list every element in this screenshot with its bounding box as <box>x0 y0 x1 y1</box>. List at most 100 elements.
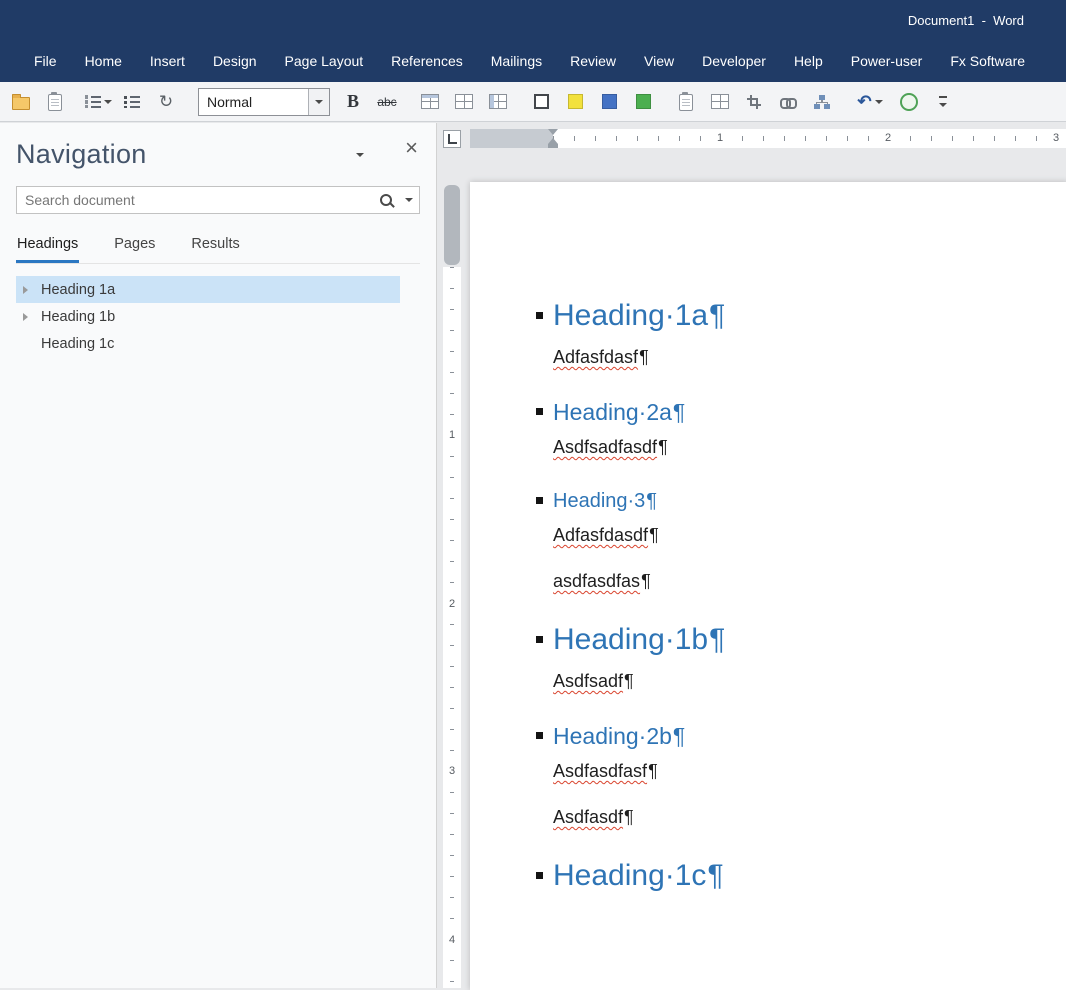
pilcrow-mark: ¶ <box>707 859 724 892</box>
heading-2a[interactable]: Heading·2a¶ <box>536 398 1048 426</box>
heading-text: Heading·1c <box>553 859 707 892</box>
record-macro-button[interactable] <box>892 87 926 117</box>
menu-tab-page-layout[interactable]: Page Layout <box>271 40 378 82</box>
remove-link-button[interactable] <box>771 87 805 117</box>
search-input[interactable] <box>17 192 373 208</box>
table-grid-button[interactable] <box>703 87 737 117</box>
expand-triangle-icon[interactable] <box>23 313 28 321</box>
yellow-highlight-button[interactable] <box>558 87 592 117</box>
body-paragraph[interactable]: Asdfasdf¶ <box>553 804 1048 830</box>
more-options-icon <box>937 96 949 107</box>
search-button[interactable] <box>373 187 399 213</box>
paste-special-button[interactable] <box>669 87 703 117</box>
heading-2b[interactable]: Heading·2b¶ <box>536 722 1048 750</box>
paste-button[interactable] <box>38 87 72 117</box>
body-text: Adfasfdasf <box>553 347 639 367</box>
left-tab-icon <box>448 134 457 144</box>
heading-1b[interactable]: Heading·1b¶ <box>536 622 1048 658</box>
no-fill-button[interactable] <box>524 87 558 117</box>
left-indent-marker[interactable] <box>548 144 558 148</box>
numbering-button[interactable] <box>81 87 115 117</box>
nav-item-heading-1b[interactable]: Heading 1b <box>16 303 400 330</box>
org-chart-button[interactable] <box>805 87 839 117</box>
menu-tab-power-user[interactable]: Power-user <box>837 40 937 82</box>
paragraph-properties-marker-icon <box>536 636 543 643</box>
broken-link-icon <box>779 96 797 109</box>
body-paragraph[interactable]: Asdfasdfasf¶ <box>553 758 1048 784</box>
folder-icon <box>12 94 30 110</box>
heading-text: Heading·1b <box>553 623 709 656</box>
strikethrough-button[interactable]: abc <box>370 87 404 117</box>
undo-button[interactable]: ↶ <box>848 87 892 117</box>
bold-button[interactable]: B <box>336 87 370 117</box>
tab-results[interactable]: Results <box>190 232 240 263</box>
pilcrow-mark: ¶ <box>648 761 658 781</box>
open-button[interactable] <box>4 87 38 117</box>
tab-headings[interactable]: Headings <box>16 232 80 263</box>
heading-3[interactable]: Heading·3¶ <box>536 488 1048 514</box>
insert-table-button[interactable] <box>447 87 481 117</box>
green-highlight-button[interactable] <box>626 87 660 117</box>
style-combobox[interactable]: Normal <box>198 87 330 116</box>
heading-text: Heading·2b <box>553 723 672 749</box>
horizontal-ruler: 1 2 3 <box>470 129 1066 148</box>
pilcrow-mark: ¶ <box>709 299 726 332</box>
body-paragraph[interactable]: Adfasfdasf¶ <box>553 344 1048 370</box>
navigation-pane: Navigation × Headings Pages Results Head… <box>0 123 437 988</box>
close-pane-button[interactable]: × <box>405 137 418 159</box>
table-header-icon <box>421 94 439 109</box>
search-box[interactable] <box>16 186 420 214</box>
document-page[interactable]: Heading·1a¶ Adfasfdasf¶ Heading·2a¶ Asdf… <box>470 182 1066 990</box>
refresh-button[interactable]: ↻ <box>149 87 183 117</box>
first-line-indent-marker[interactable] <box>548 129 558 135</box>
menu-tab-help[interactable]: Help <box>780 40 837 82</box>
table-grid-icon <box>711 94 729 109</box>
body-paragraph[interactable]: Adfasfdasdf¶ <box>553 522 1048 548</box>
menu-tab-developer[interactable]: Developer <box>688 40 780 82</box>
menu-tab-references[interactable]: References <box>377 40 477 82</box>
heading-text: Heading·1a <box>553 299 709 332</box>
table-column-button[interactable] <box>481 87 515 117</box>
pilcrow-mark: ¶ <box>624 671 634 691</box>
crop-button[interactable] <box>737 87 771 117</box>
body-paragraph[interactable]: Asdfsadf¶ <box>553 668 1048 694</box>
ruler-number: 1 <box>712 131 728 145</box>
body-paragraph[interactable]: asdfasdfas¶ <box>553 568 1048 594</box>
heading-1a[interactable]: Heading·1a¶ <box>536 298 1048 334</box>
tab-pages[interactable]: Pages <box>113 232 156 263</box>
blue-highlight-button[interactable] <box>592 87 626 117</box>
expand-triangle-icon[interactable] <box>23 286 28 294</box>
tab-stop-selector[interactable] <box>443 130 461 148</box>
nav-item-heading-1a[interactable]: Heading 1a <box>16 276 400 303</box>
menu-tab-insert[interactable]: Insert <box>136 40 199 82</box>
horizontal-ruler-active-area: 1 2 3 <box>548 129 1066 148</box>
document-content: Heading·1a¶ Adfasfdasf¶ Heading·2a¶ Asdf… <box>536 182 1048 904</box>
merge-cells-button[interactable] <box>413 87 447 117</box>
menu-tab-home[interactable]: Home <box>71 40 136 82</box>
toolbar-more-button[interactable] <box>926 87 960 117</box>
body-text: Adfasfdasdf <box>553 525 649 545</box>
menu-tab-mailings[interactable]: Mailings <box>477 40 556 82</box>
paragraph-properties-marker-icon <box>536 732 543 739</box>
nav-item-label: Heading 1a <box>41 281 116 298</box>
ruler-number: 3 <box>1048 131 1064 145</box>
pane-options-chevron-icon[interactable] <box>356 153 364 157</box>
search-options-button[interactable] <box>399 187 419 213</box>
menu-tab-fx-software[interactable]: Fx Software <box>936 40 1039 82</box>
menu-tab-review[interactable]: Review <box>556 40 630 82</box>
green-swatch-icon <box>635 94 651 109</box>
heading-1c[interactable]: Heading·1c¶ <box>536 858 1048 894</box>
undo-icon: ↶ <box>857 92 872 111</box>
pilcrow-mark: ¶ <box>672 399 686 425</box>
nav-item-heading-1c[interactable]: Heading 1c <box>16 330 400 357</box>
navigation-pane-header: Navigation × <box>0 123 436 174</box>
yellow-swatch-icon <box>567 94 583 109</box>
sync-icon: ↻ <box>158 92 174 111</box>
body-paragraph[interactable]: Asdfsadfasdf¶ <box>553 434 1048 460</box>
nav-item-label: Heading 1b <box>41 308 116 325</box>
menu-tab-view[interactable]: View <box>630 40 688 82</box>
menu-tab-design[interactable]: Design <box>199 40 271 82</box>
style-dropdown-button[interactable] <box>308 88 329 115</box>
bullets-button[interactable] <box>115 87 149 117</box>
menu-tab-file[interactable]: File <box>20 40 71 82</box>
